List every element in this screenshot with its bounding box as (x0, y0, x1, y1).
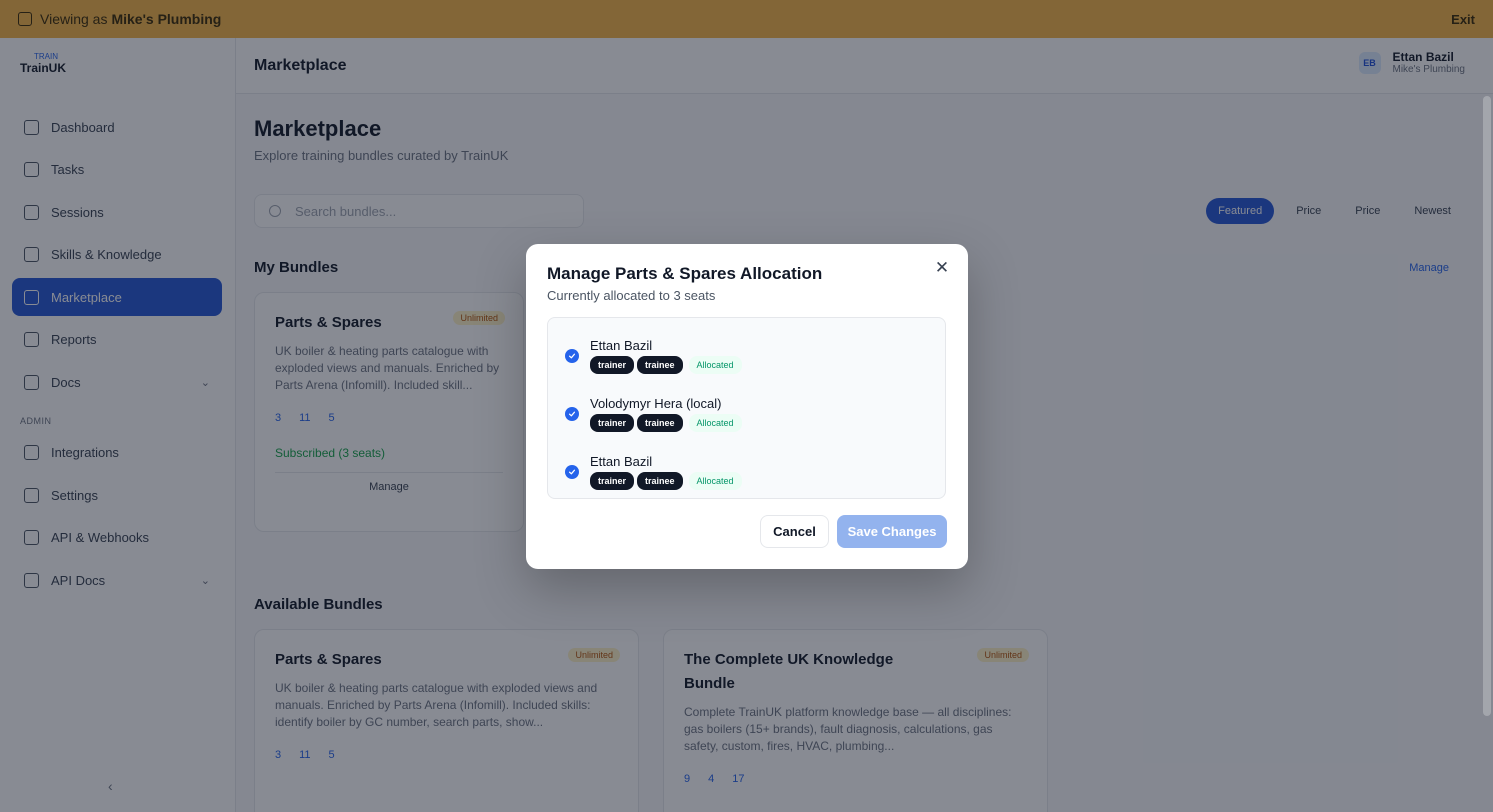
role-badge: trainee (637, 472, 683, 490)
checkbox-checked-icon[interactable] (565, 407, 579, 421)
list-item[interactable]: Ettan Bazil trainer trainee Allocated (548, 443, 945, 501)
allocation-modal: Manage Parts & Spares Allocation Current… (526, 244, 968, 569)
seat-list: Ettan Bazil trainer trainee Allocated Vo… (547, 317, 946, 499)
role-badge: trainer (590, 356, 635, 374)
close-icon[interactable]: ✕ (934, 259, 950, 276)
checkbox-checked-icon[interactable] (565, 349, 579, 363)
cancel-button[interactable]: Cancel (760, 515, 829, 548)
status-badge: Allocated (688, 414, 742, 432)
checkbox-checked-icon[interactable] (565, 465, 579, 479)
list-item[interactable]: Ettan Bazil trainer trainee Allocated (548, 327, 945, 385)
role-badge: trainee (637, 414, 683, 432)
modal-subtitle: Currently allocated to 3 seats (547, 288, 716, 303)
scrollbar[interactable] (1483, 96, 1491, 716)
modal-actions: Cancel Save Changes (760, 515, 947, 548)
role-badge: trainer (590, 414, 635, 432)
seat-name: Ettan Bazil (590, 338, 653, 353)
seat-name: Volodymyr Hera (local) (590, 396, 722, 411)
seat-name: Ettan Bazil (590, 454, 653, 469)
modal-title: Manage Parts & Spares Allocation (547, 264, 823, 283)
role-badge: trainee (637, 356, 683, 374)
status-badge: Allocated (688, 472, 742, 490)
save-changes-button[interactable]: Save Changes (837, 515, 947, 548)
status-badge: Allocated (688, 356, 742, 374)
list-item[interactable]: Volodymyr Hera (local) trainer trainee A… (548, 385, 945, 443)
role-badge: trainer (590, 472, 635, 490)
